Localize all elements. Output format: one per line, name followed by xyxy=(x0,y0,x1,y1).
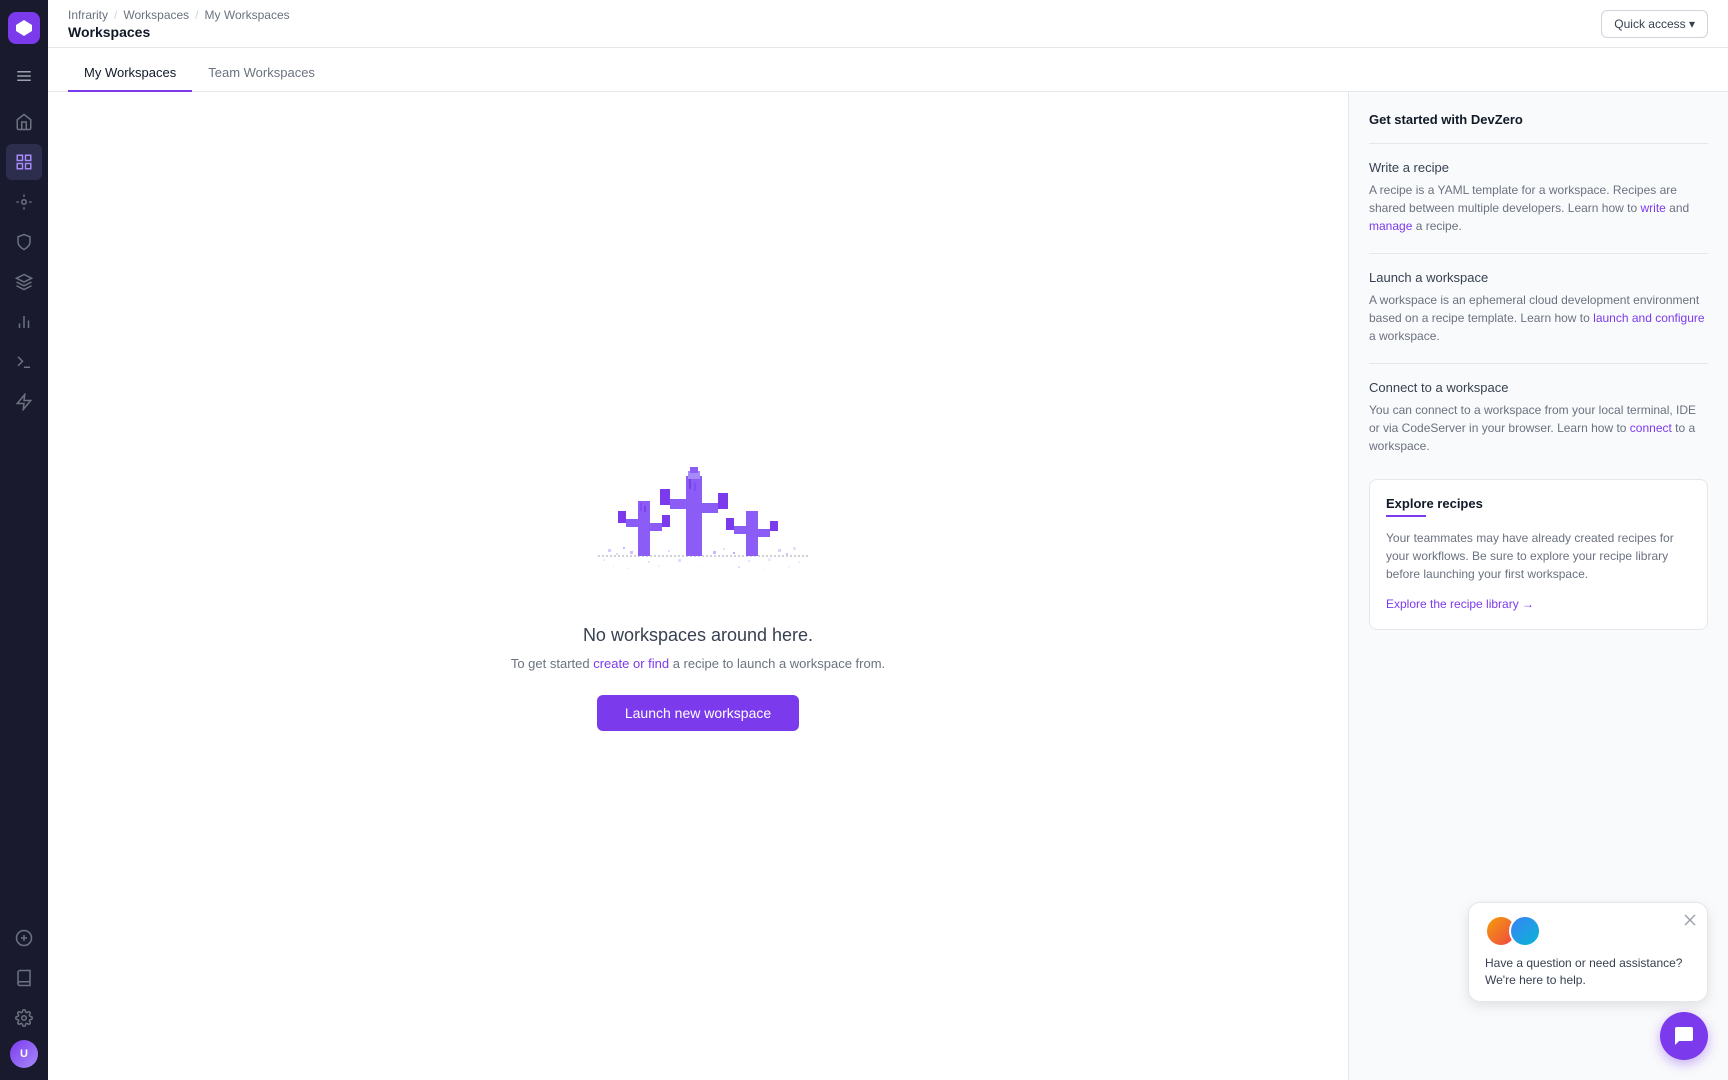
connect-workspace-desc: You can connect to a workspace from your… xyxy=(1369,401,1708,455)
launch-workspace-desc: A workspace is an ephemeral cloud develo… xyxy=(1369,291,1708,345)
chat-close-button[interactable] xyxy=(1681,911,1699,929)
launch-after: a workspace. xyxy=(1369,329,1440,343)
connect-link[interactable]: connect xyxy=(1630,421,1672,435)
empty-state-illustration xyxy=(548,441,848,601)
breadcrumb-workspaces[interactable]: Workspaces xyxy=(123,8,189,22)
write-recipe-before: A recipe is a YAML template for a worksp… xyxy=(1369,183,1677,215)
launch-workspace-title: Launch a workspace xyxy=(1369,270,1708,285)
chat-icon xyxy=(1672,1024,1696,1048)
empty-state-title: No workspaces around here. xyxy=(583,625,813,646)
breadcrumb-my-workspaces[interactable]: My Workspaces xyxy=(205,8,290,22)
write-recipe-after: a recipe. xyxy=(1412,219,1461,233)
chat-bubble: Have a question or need assistance? We'r… xyxy=(1468,902,1708,1002)
get-started-section: Get started with DevZero Write a recipe … xyxy=(1369,112,1708,455)
guide-item-launch-workspace: Launch a workspace A workspace is an eph… xyxy=(1369,270,1708,345)
main-panel: No workspaces around here. To get starte… xyxy=(48,92,1348,1080)
chat-open-button[interactable] xyxy=(1660,1012,1708,1060)
sidebar-item-library[interactable] xyxy=(6,960,42,996)
sidebar-item-activity[interactable] xyxy=(6,184,42,220)
tab-my-workspaces[interactable]: My Workspaces xyxy=(68,55,192,92)
sidebar-item-settings[interactable] xyxy=(6,1000,42,1036)
write-recipe-title: Write a recipe xyxy=(1369,160,1708,175)
launch-workspace-button[interactable]: Launch new workspace xyxy=(597,695,799,731)
sidebar-item-workspaces[interactable] xyxy=(6,144,42,180)
sidebar: U xyxy=(0,0,48,1080)
menu-button[interactable] xyxy=(8,60,40,92)
sidebar-item-zap[interactable] xyxy=(6,384,42,420)
logo-icon xyxy=(14,18,34,38)
guide-item-connect-workspace: Connect to a workspace You can connect t… xyxy=(1369,380,1708,455)
chat-widget: Have a question or need assistance? We'r… xyxy=(1468,902,1708,1060)
launch-configure-link[interactable]: launch and configure xyxy=(1593,311,1704,325)
user-avatar[interactable]: U xyxy=(10,1040,38,1068)
section-divider-2 xyxy=(1369,253,1708,254)
write-recipe-desc: A recipe is a YAML template for a worksp… xyxy=(1369,181,1708,235)
subtitle-middle: a recipe to launch a workspace from. xyxy=(669,656,885,671)
explore-underline xyxy=(1386,515,1426,517)
section-divider-3 xyxy=(1369,363,1708,364)
sidebar-item-chart[interactable] xyxy=(6,304,42,340)
chat-avatar-group xyxy=(1485,915,1691,947)
topbar-left: Infrarity / Workspaces / My Workspaces W… xyxy=(68,8,290,40)
breadcrumb-sep-1: / xyxy=(114,8,117,22)
breadcrumb-sep-2: / xyxy=(195,8,198,22)
sidebar-item-add[interactable] xyxy=(6,920,42,956)
page-title: Workspaces xyxy=(68,24,290,40)
chat-bubble-text: Have a question or need assistance? We'r… xyxy=(1485,955,1691,989)
quick-access-button[interactable]: Quick access ▾ xyxy=(1601,10,1708,38)
sidebar-item-layers[interactable] xyxy=(6,264,42,300)
sidebar-item-terminal[interactable] xyxy=(6,344,42,380)
section-divider-1 xyxy=(1369,143,1708,144)
tab-team-workspaces[interactable]: Team Workspaces xyxy=(192,55,331,92)
chat-avatar-2 xyxy=(1509,915,1541,947)
sidebar-item-home[interactable] xyxy=(6,104,42,140)
sidebar-bottom: U xyxy=(6,920,42,1068)
get-started-title: Get started with DevZero xyxy=(1369,112,1708,127)
app-logo[interactable] xyxy=(8,12,40,44)
connect-workspace-title: Connect to a workspace xyxy=(1369,380,1708,395)
explore-desc: Your teammates may have already created … xyxy=(1386,529,1691,583)
tabs-bar: My Workspaces Team Workspaces xyxy=(48,48,1728,92)
topbar: Infrarity / Workspaces / My Workspaces W… xyxy=(48,0,1728,48)
subtitle-before: To get started xyxy=(511,656,593,671)
breadcrumb: Infrarity / Workspaces / My Workspaces xyxy=(68,8,290,22)
empty-state-subtitle: To get started create or find a recipe t… xyxy=(511,656,885,671)
write-recipe-middle: and xyxy=(1666,201,1689,215)
explore-recipe-library-link[interactable]: Explore the recipe library → xyxy=(1386,597,1534,611)
breadcrumb-infrarity[interactable]: Infrarity xyxy=(68,8,108,22)
explore-section: Explore recipes Your teammates may have … xyxy=(1369,479,1708,630)
create-or-find-link[interactable]: create or find xyxy=(593,656,669,671)
explore-title: Explore recipes xyxy=(1386,496,1691,511)
guide-item-write-recipe: Write a recipe A recipe is a YAML templa… xyxy=(1369,160,1708,235)
sidebar-item-shield[interactable] xyxy=(6,224,42,260)
write-link[interactable]: write xyxy=(1641,201,1666,215)
manage-link[interactable]: manage xyxy=(1369,219,1412,233)
